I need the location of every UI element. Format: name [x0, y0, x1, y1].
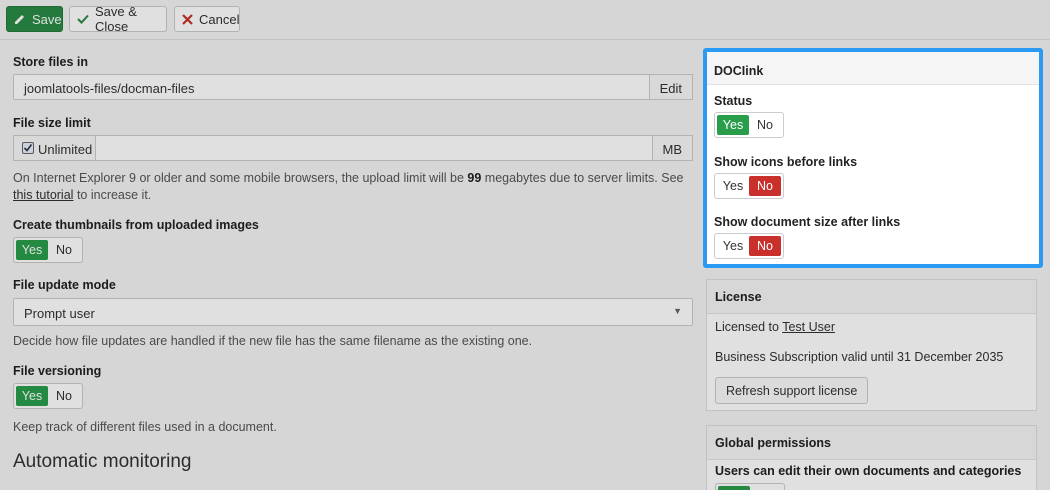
doclink-title: DOCIink: [714, 64, 764, 78]
check-icon: [77, 13, 89, 25]
update-mode-label: File update mode: [13, 278, 116, 292]
cancel-button[interactable]: Cancel: [174, 6, 240, 32]
subscription-text: Business Subscription valid until 31 Dec…: [715, 350, 1004, 364]
versioning-no[interactable]: No: [48, 386, 80, 406]
save-close-button[interactable]: Save & Close: [69, 4, 167, 34]
doclink-panel: DOCIink Status Yes No Show icons before …: [703, 48, 1043, 268]
file-size-label: File size limit: [13, 116, 91, 130]
permissions-label: Users can edit their own documents and c…: [715, 464, 1022, 478]
update-mode-select[interactable]: Prompt user ▼: [13, 298, 693, 326]
show-icons-yes[interactable]: Yes: [717, 176, 749, 196]
save-button[interactable]: Save: [6, 6, 63, 32]
versioning-help: Keep track of different files used in a …: [13, 420, 277, 434]
refresh-license-button[interactable]: Refresh support license: [715, 377, 869, 404]
pencil-icon: [14, 13, 26, 25]
permissions-panel: Global permissions Users can edit their …: [706, 425, 1037, 490]
licensed-to: Licensed to Test User: [715, 320, 835, 334]
show-icons-toggle[interactable]: Yes No: [714, 173, 784, 199]
show-size-no[interactable]: No: [749, 236, 781, 256]
edit-button[interactable]: Edit: [648, 74, 693, 100]
thumbnails-yes[interactable]: Yes: [16, 240, 48, 260]
status-label: Status: [714, 94, 753, 108]
thumbnails-no[interactable]: No: [48, 240, 80, 260]
versioning-yes[interactable]: Yes: [16, 386, 48, 406]
thumbnails-toggle[interactable]: Yes No: [13, 237, 83, 263]
status-toggle[interactable]: Yes No: [714, 112, 784, 138]
status-no[interactable]: No: [749, 115, 781, 135]
show-icons-label: Show icons before links: [714, 155, 858, 169]
update-mode-help: Decide how file updates are handled if t…: [13, 334, 533, 348]
file-size-help: On Internet Explorer 9 or older and some…: [13, 171, 684, 202]
test-user-link[interactable]: Test User: [782, 320, 835, 334]
automatic-monitoring-heading: Automatic monitoring: [13, 451, 192, 472]
show-size-yes[interactable]: Yes: [717, 236, 749, 256]
license-title: License: [715, 290, 762, 304]
versioning-label: File versioning: [13, 364, 102, 378]
file-size-input[interactable]: Unlimited MB: [13, 135, 693, 161]
unlimited-checkbox[interactable]: [22, 142, 34, 154]
versioning-toggle[interactable]: Yes No: [13, 383, 83, 409]
store-files-input[interactable]: joomlatools-files/docman-files Edit: [13, 74, 693, 100]
permissions-toggle[interactable]: [715, 483, 785, 490]
show-size-label: Show document size after links: [714, 215, 901, 229]
tutorial-link[interactable]: this tutorial: [13, 188, 73, 202]
license-panel: License Licensed to Test User Business S…: [706, 279, 1037, 411]
status-yes[interactable]: Yes: [717, 115, 749, 135]
chevron-down-icon: ▼: [673, 306, 682, 316]
show-size-toggle[interactable]: Yes No: [714, 233, 784, 259]
thumbnails-label: Create thumbnails from uploaded images: [13, 218, 259, 232]
show-icons-no[interactable]: No: [749, 176, 781, 196]
store-files-label: Store files in: [13, 55, 89, 69]
toolbar: Save Save & Close Cancel: [0, 0, 1050, 40]
permissions-title: Global permissions: [715, 436, 832, 450]
mb-addon: MB: [651, 135, 693, 161]
close-icon: [182, 13, 193, 25]
